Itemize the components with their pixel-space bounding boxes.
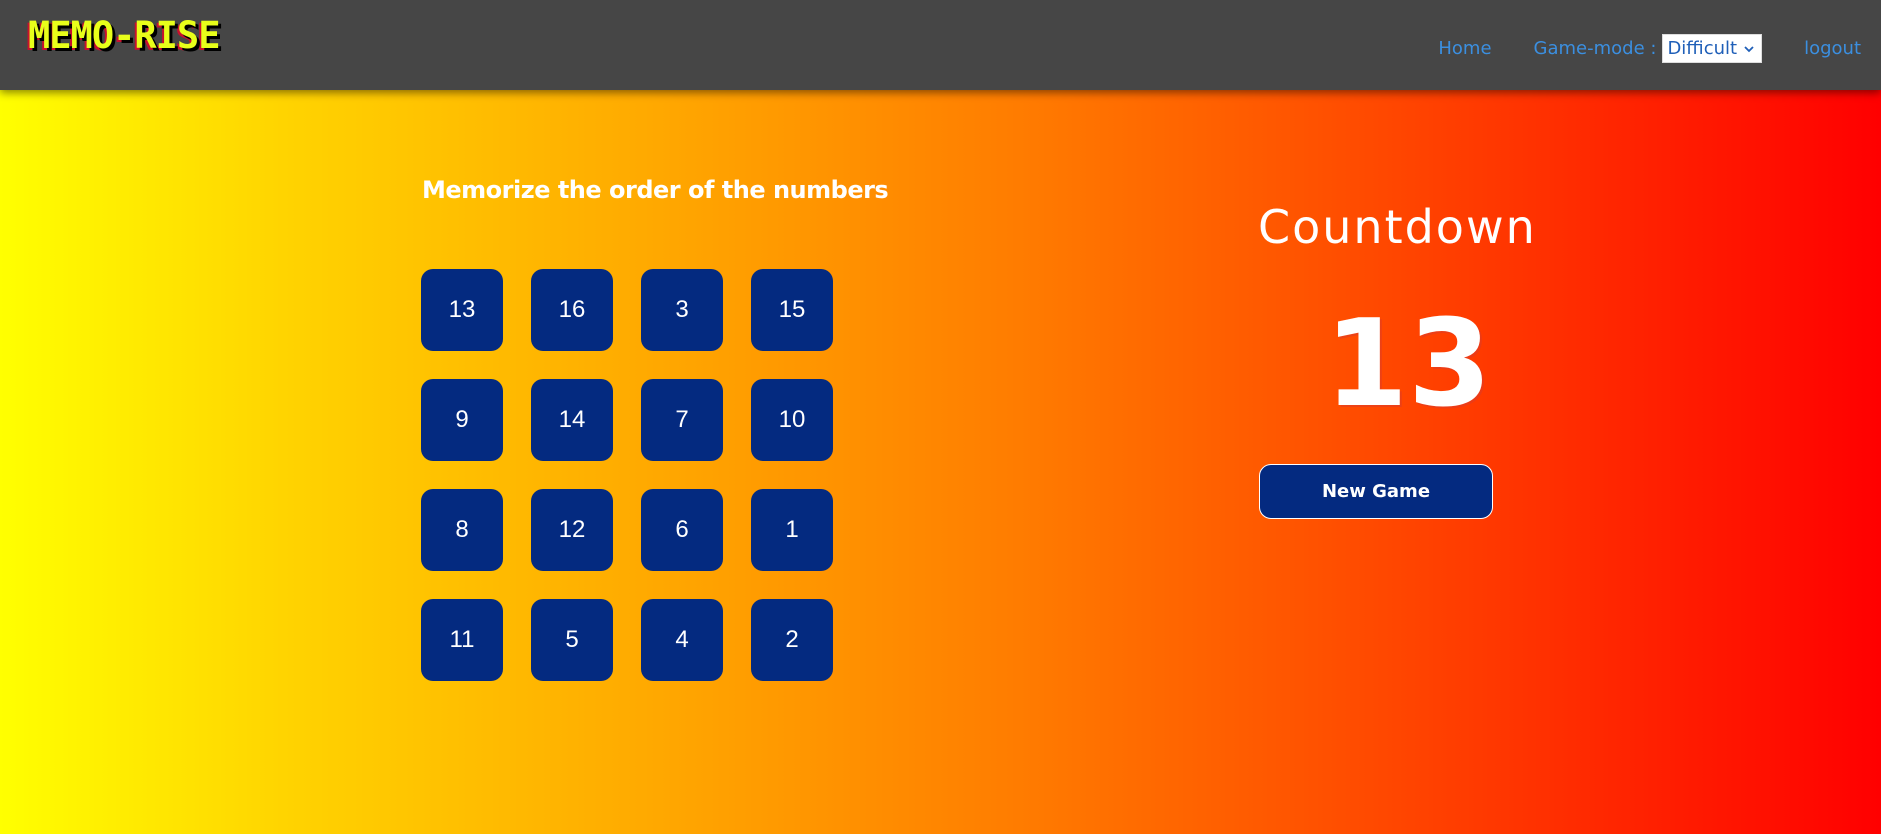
number-tile[interactable]: 16 [531, 269, 613, 351]
number-tile[interactable]: 2 [751, 599, 833, 681]
game-mode-select[interactable]: Difficult [1662, 34, 1763, 63]
nav-home-link[interactable]: Home [1438, 38, 1491, 59]
logout-link[interactable]: logout [1804, 38, 1861, 59]
instruction-text: Memorize the order of the numbers [422, 176, 889, 204]
number-tile[interactable]: 7 [641, 379, 723, 461]
number-tile[interactable]: 13 [421, 269, 503, 351]
game-mode-selected-value: Difficult [1667, 38, 1738, 59]
number-tile[interactable]: 9 [421, 379, 503, 461]
number-tile[interactable]: 8 [421, 489, 503, 571]
number-tile[interactable]: 14 [531, 379, 613, 461]
number-tile[interactable]: 12 [531, 489, 613, 571]
number-tile[interactable]: 3 [641, 269, 723, 351]
countdown-value: 13 [1324, 295, 1492, 434]
game-mode-label: Game-mode : [1533, 38, 1657, 59]
chevron-down-icon [1744, 45, 1754, 52]
number-tile[interactable]: 11 [421, 599, 503, 681]
number-tile[interactable]: 10 [751, 379, 833, 461]
number-tile[interactable]: 4 [641, 599, 723, 681]
number-tile[interactable]: 5 [531, 599, 613, 681]
logo[interactable]: MEMO-RISE [28, 14, 220, 57]
number-grid: 13 16 3 15 9 14 7 10 8 12 6 1 11 5 4 2 [421, 269, 833, 681]
navbar: MEMO-RISE Home Game-mode : Difficult log… [0, 0, 1881, 90]
new-game-button[interactable]: New Game [1259, 464, 1493, 519]
number-tile[interactable]: 1 [751, 489, 833, 571]
countdown-title: Countdown [1258, 200, 1537, 254]
number-tile[interactable]: 6 [641, 489, 723, 571]
number-tile[interactable]: 15 [751, 269, 833, 351]
nav-links: Home Game-mode : Difficult logout [1438, 34, 1861, 63]
